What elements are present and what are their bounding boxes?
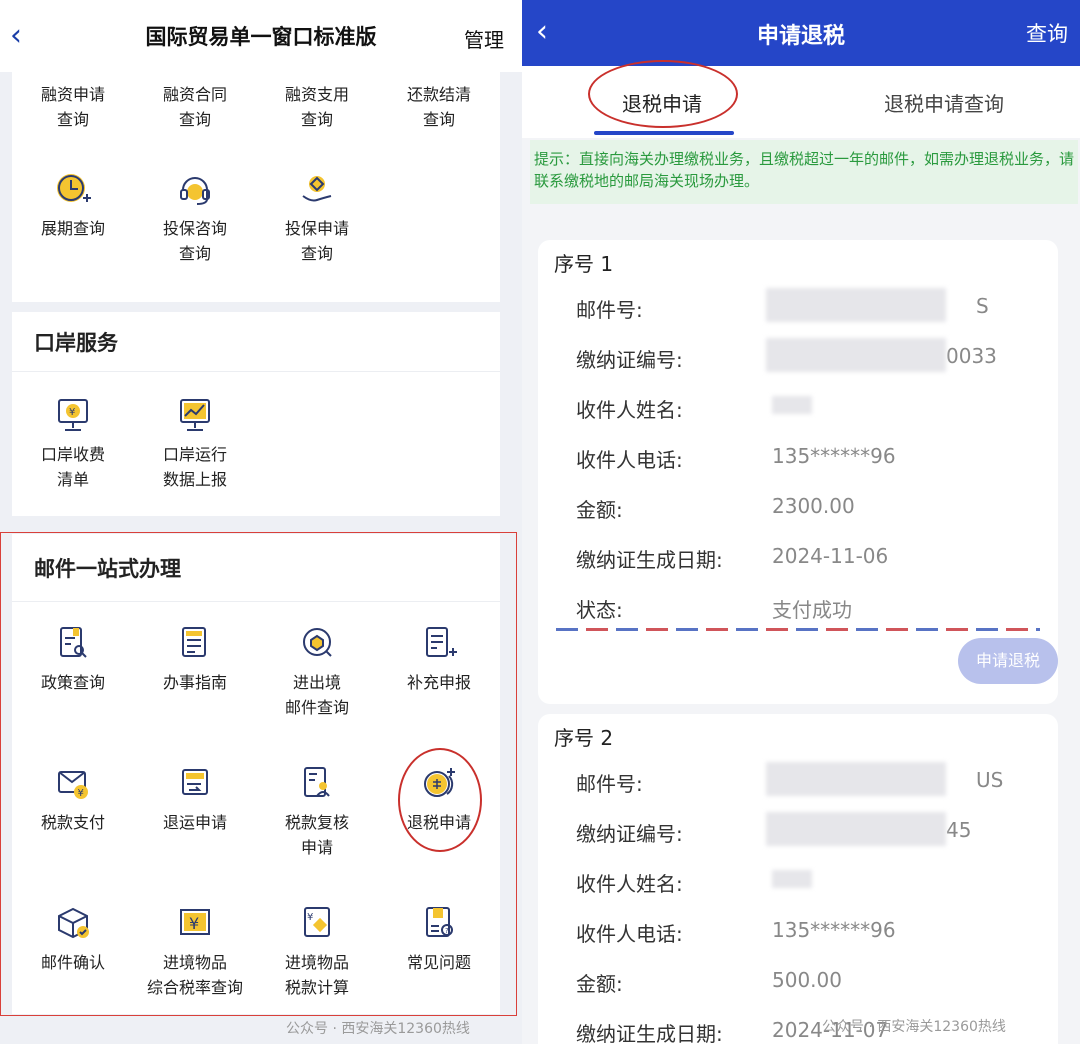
tab-bar: 退税申请 退税申请查询: [522, 60, 1080, 138]
grid-item-label: 投保申请 查询: [284, 219, 349, 263]
finance-card: 融资申请 查询 融资合同 查询 融资支用 查询 还款结清 查询展期查询 投保咨询 查询 投…: [12, 72, 500, 302]
grid-item-label: 融资申请 查询: [40, 85, 105, 129]
watermark: 公众号 · 西安海关12360热线: [822, 1019, 1006, 1035]
grid-item-label: 口岸运行 数据上报: [162, 445, 227, 489]
redacted-blur: [772, 396, 812, 414]
grid-item-label: 融资合同 查询: [162, 85, 227, 129]
field-key: 收件人姓名:: [576, 398, 683, 422]
record-card: 序号 1 邮件号: S 缴纳证编号: 0033 收件人姓名: 收件人电话: 135*****…: [538, 240, 1058, 704]
left-panel: ‹ 国际贸易单一窗口标准版 管理 融资申请 查询 融资合同 查询 融资支用 查询 还款…: [0, 0, 522, 1044]
tab-refund-query[interactable]: 退税申请查询: [884, 88, 1004, 117]
field-key: 金额:: [576, 972, 623, 996]
field-value: 0033: [946, 344, 997, 368]
redacted-blur: [766, 338, 946, 372]
redacted-blur: [766, 288, 946, 322]
field-key: 收件人电话:: [576, 448, 683, 472]
field-value: 2024-11-06: [772, 544, 889, 568]
port-item[interactable]: ¥ 口岸收费 清单: [12, 394, 134, 492]
field-value: 45: [946, 818, 972, 842]
finance-item[interactable]: 展期查询: [12, 168, 134, 241]
page-title: 申请退税: [756, 24, 845, 49]
chart-board-icon: [134, 394, 256, 434]
field-value: 135******96: [772, 918, 896, 942]
redacted-blur: [766, 812, 946, 846]
record-card: 序号 2 邮件号: US 缴纳证编号: 45 收件人姓名: 收件人电话: 135******…: [538, 714, 1058, 1044]
finance-item[interactable]: 还款结清 查询: [378, 82, 500, 132]
svg-text:¥: ¥: [69, 407, 75, 418]
left-header: ‹ 国际贸易单一窗口标准版 管理: [0, 0, 522, 72]
field-key: 收件人姓名:: [576, 872, 683, 896]
headset-icon: [134, 168, 256, 208]
field-key: 缴纳证编号:: [576, 822, 683, 846]
field-key: 缴纳证编号:: [576, 348, 683, 372]
field-value: US: [976, 768, 1004, 792]
field-key: 邮件号:: [576, 772, 643, 796]
redacted-blur: [766, 762, 946, 796]
field-value: 2300.00: [772, 494, 855, 518]
apply-refund-button[interactable]: 申请退税: [958, 638, 1058, 684]
port-item[interactable]: 口岸运行 数据上报: [134, 394, 256, 492]
grid-item-label: 展期查询: [40, 219, 105, 238]
finance-item[interactable]: 投保申请 查询: [256, 168, 378, 266]
grid-item-label: 融资支用 查询: [284, 85, 349, 129]
clock-plus-icon: [12, 168, 134, 208]
redacted-blur: [772, 870, 812, 888]
hand-coin-icon: [256, 168, 378, 208]
finance-item[interactable]: 融资支用 查询: [256, 82, 378, 132]
query-button[interactable]: 查询: [1026, 18, 1068, 48]
finance-item[interactable]: 投保咨询 查询: [134, 168, 256, 266]
grid-item-label: 口岸收费 清单: [40, 445, 105, 489]
page-title: 国际贸易单一窗口标准版: [145, 25, 377, 49]
grid-item-label: 还款结清 查询: [406, 85, 471, 129]
record-seq: 序号 1: [554, 252, 614, 276]
grid-item-label: 投保咨询 查询: [162, 219, 227, 263]
right-panel: ‹ 申请退税 查询 退税申请 退税申请查询 提示：直接向海关办理缴税业务，且缴税…: [522, 0, 1080, 1044]
section-title: 口岸服务: [12, 312, 500, 372]
field-key: 金额:: [576, 498, 623, 522]
divider: [556, 628, 1040, 631]
finance-item[interactable]: 融资申请 查询: [12, 82, 134, 132]
field-value: 135******96: [772, 444, 896, 468]
monitor-yen-icon: ¥: [12, 394, 134, 434]
tab-active-indicator: [594, 131, 734, 135]
field-key: 缴纳证生成日期:: [576, 548, 723, 572]
field-key: 收件人电话:: [576, 922, 683, 946]
watermark: 公众号 · 西安海关12360热线: [286, 1021, 470, 1037]
record-seq: 序号 2: [554, 726, 614, 750]
field-key: 邮件号:: [576, 298, 643, 322]
field-value: 500.00: [772, 968, 842, 992]
field-value: 支付成功: [772, 598, 852, 622]
tip-banner: 提示：直接向海关办理缴税业务，且缴税超过一年的邮件，如需办理退税业务，请联系缴税…: [530, 140, 1078, 204]
highlight-circle: [588, 60, 738, 128]
port-service-card: 口岸服务 ¥ 口岸收费 清单 口岸运行 数据上报: [12, 312, 500, 516]
highlight-circle: [398, 748, 482, 852]
finance-item[interactable]: 融资合同 查询: [134, 82, 256, 132]
manage-button[interactable]: 管理: [464, 24, 504, 53]
right-header: ‹ 申请退税 查询: [522, 0, 1080, 66]
field-key: 状态:: [576, 598, 623, 622]
field-value: S: [976, 294, 989, 318]
field-key: 缴纳证生成日期:: [576, 1022, 723, 1044]
